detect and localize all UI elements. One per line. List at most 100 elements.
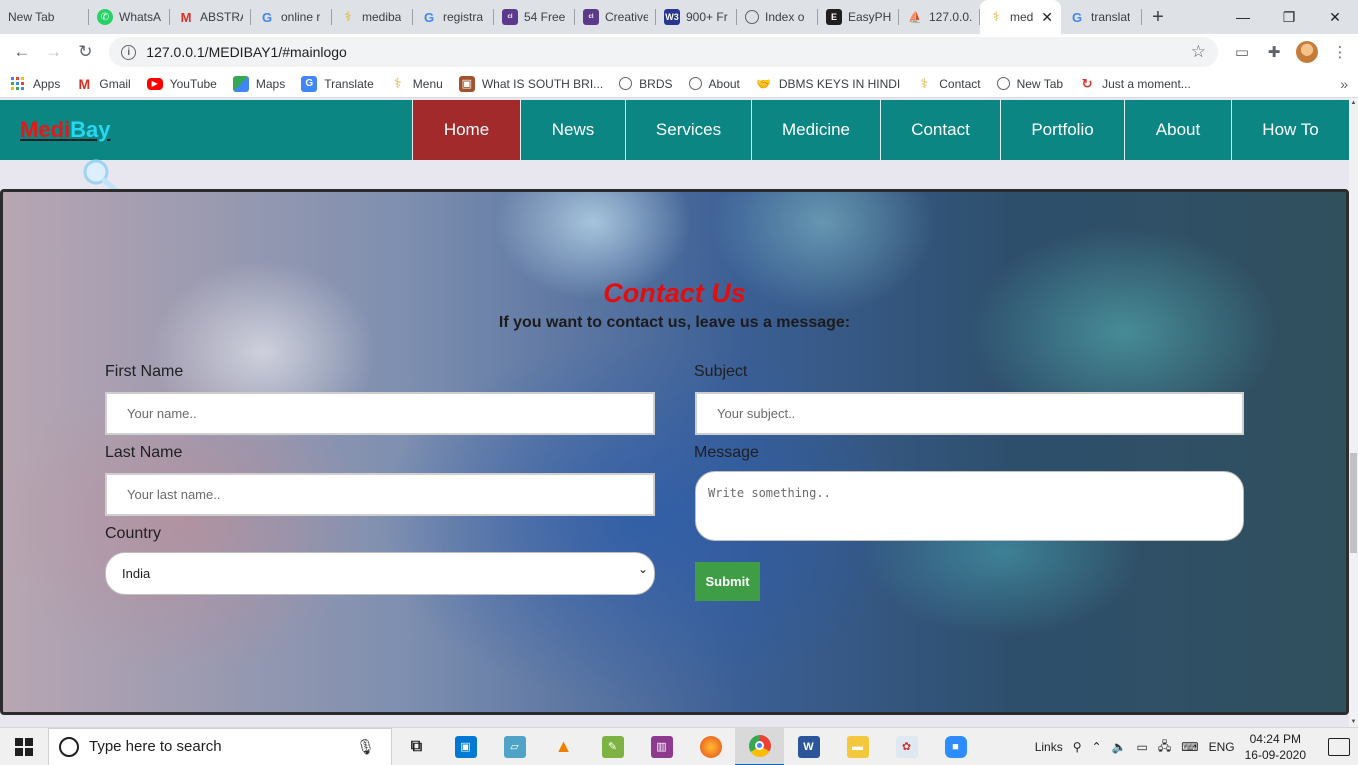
bookmark-star-icon[interactable]: ☆ [1191, 42, 1206, 62]
page-scrollbar[interactable]: ▲ ▼ [1349, 98, 1358, 727]
profile-avatar[interactable] [1296, 41, 1319, 63]
links-toolbar[interactable]: Links [1035, 740, 1063, 754]
cast-icon[interactable]: ▭ [1232, 42, 1252, 62]
tab-whatsapp[interactable]: ✆ WhatsA [89, 0, 170, 34]
address-bar[interactable]: i 127.0.0.1/MEDIBAY1/#mainlogo ☆ [109, 37, 1219, 67]
scrollbar-thumb[interactable] [1350, 453, 1357, 553]
bookmark-menu[interactable]: ⚕ Menu [390, 75, 443, 92]
windows-taskbar: Type here to search 🎙 ⧉ ▣ ▱ ▲ ✎ ▥ W ▬ ✿ … [0, 727, 1358, 765]
submit-button[interactable]: Submit [695, 562, 760, 601]
tab-label: translat [1091, 10, 1131, 24]
new-tab-plus-icon[interactable]: + [1142, 0, 1174, 34]
remote-desktop-icon[interactable]: ▣ [441, 728, 490, 765]
minimize-icon[interactable]: — [1220, 0, 1266, 34]
bookmark-label: Maps [255, 76, 286, 91]
zoom-icon[interactable]: ■ [931, 728, 980, 765]
tab-easyphp[interactable]: E EasyPH [818, 0, 899, 34]
tab-phpmyadmin[interactable]: ⛵ 127.0.0. [899, 0, 980, 34]
task-view-icon[interactable]: ⧉ [392, 728, 441, 765]
tray-overflow-chevron-icon[interactable]: ⌃ [1092, 740, 1102, 754]
tab-registration[interactable]: G registra [413, 0, 494, 34]
bookmark-youtube[interactable]: ▶ YouTube [146, 77, 217, 91]
firefox-icon[interactable] [686, 728, 735, 765]
tab-index-of[interactable]: Index o [737, 0, 818, 34]
nav-home[interactable]: Home [412, 100, 520, 160]
scroll-down-arrow-icon[interactable]: ▼ [1349, 717, 1358, 727]
tab-label: Creative [605, 10, 648, 24]
paint-icon[interactable]: ✿ [882, 728, 931, 765]
bookmark-maps[interactable]: Maps [232, 75, 286, 92]
nav-about[interactable]: About [1124, 100, 1231, 160]
browser-toolbar: ← → ↻ i 127.0.0.1/MEDIBAY1/#mainlogo ☆ ▭… [0, 34, 1358, 70]
tab-abstract[interactable]: M ABSTRA [170, 0, 251, 34]
close-icon[interactable]: ✕ [1041, 9, 1053, 26]
tab-new-tab[interactable]: New Tab [0, 0, 89, 34]
battery-icon[interactable]: ▭ [1137, 740, 1148, 754]
bookmark-dbms-keys[interactable]: 🤝 DBMS KEYS IN HINDI [756, 76, 900, 92]
browser-tab-strip: New Tab ✆ WhatsA M ABSTRA G online r ⚕ m… [0, 0, 1358, 34]
info-icon[interactable]: i [121, 44, 137, 60]
tab-online[interactable]: G online r [251, 0, 332, 34]
tab-54-free[interactable]: cl 54 Free [494, 0, 575, 34]
tab-medibay-active[interactable]: ⚕ med ✕ [980, 0, 1061, 34]
back-arrow-icon[interactable]: ← [8, 38, 36, 66]
volume-icon[interactable]: 🔈 [1112, 740, 1127, 754]
language-indicator[interactable]: ENG [1209, 740, 1235, 754]
nav-how-to[interactable]: How To [1231, 100, 1349, 160]
restore-icon[interactable]: ❐ [1266, 0, 1312, 34]
bookmarks-overflow-icon[interactable]: » [1340, 76, 1348, 92]
bookmark-translate[interactable]: G Translate [301, 75, 374, 92]
system-clock[interactable]: 04:24 PM 16-09-2020 [1245, 731, 1306, 763]
notes-app-icon[interactable]: ▱ [490, 728, 539, 765]
nav-services[interactable]: Services [625, 100, 751, 160]
bookmark-gmail[interactable]: M Gmail [76, 76, 131, 92]
nav-portfolio[interactable]: Portfolio [1000, 100, 1124, 160]
bookmark-label: DBMS KEYS IN HINDI [778, 76, 901, 91]
vlc-icon[interactable]: ▲ [539, 728, 588, 765]
nav-news[interactable]: News [520, 100, 625, 160]
bookmark-south-bri[interactable]: ▣ What IS SOUTH BRI... [458, 75, 603, 92]
notepad-plus-icon[interactable]: ✎ [588, 728, 637, 765]
bookmark-apps[interactable]: Apps [10, 76, 60, 92]
file-explorer-icon[interactable]: ▬ [833, 728, 882, 765]
bookmark-brds[interactable]: BRDS [619, 77, 673, 91]
message-textarea[interactable]: Write something.. [695, 471, 1244, 541]
network-icon[interactable]: 🖧 [1158, 737, 1171, 758]
site-logo[interactable]: Medi Bay [0, 100, 412, 160]
nav-medicine[interactable]: Medicine [751, 100, 880, 160]
bookmark-new-tab[interactable]: New Tab [996, 77, 1063, 91]
last-name-input[interactable]: Your last name.. [105, 473, 655, 516]
reload-icon[interactable]: ↻ [72, 38, 100, 66]
keyboard-icon[interactable]: ⌨ [1181, 740, 1198, 754]
bookmark-just-a-moment[interactable]: ↻ Just a moment... [1079, 76, 1191, 92]
kebab-menu-icon[interactable]: ⋮ [1330, 42, 1350, 62]
people-icon[interactable]: ⚲ [1073, 740, 1082, 754]
tab-900-free[interactable]: W3 900+ Fr [656, 0, 737, 34]
subject-input[interactable]: Your subject.. [695, 392, 1244, 435]
bookmark-label: Apps [33, 76, 61, 91]
notification-center-icon[interactable] [1328, 738, 1350, 756]
scroll-up-arrow-icon[interactable]: ▲ [1349, 98, 1358, 108]
message-label: Message [694, 444, 759, 461]
windows-start-icon[interactable] [0, 728, 48, 765]
word-icon[interactable]: W [784, 728, 833, 765]
chrome-icon[interactable] [735, 727, 784, 765]
image-icon: ▣ [458, 75, 475, 92]
bookmark-about[interactable]: About [688, 77, 740, 91]
first-name-input[interactable]: Your name.. [105, 392, 655, 435]
window-close-icon[interactable]: ✕ [1312, 0, 1358, 34]
youtube-icon: ▶ [146, 77, 163, 90]
tab-medibay[interactable]: ⚕ mediba [332, 0, 413, 34]
country-select[interactable]: India ⌄ [105, 552, 655, 595]
tab-creative[interactable]: cl Creative [575, 0, 656, 34]
microphone-icon[interactable]: 🎙 [356, 738, 375, 756]
bookmark-contact[interactable]: ⚕ Contact [916, 75, 980, 92]
bookmark-label: Just a moment... [1102, 76, 1191, 91]
extensions-puzzle-icon[interactable]: ✚ [1264, 42, 1284, 62]
tab-translate[interactable]: G translat [1061, 0, 1142, 34]
winrar-icon[interactable]: ▥ [637, 728, 686, 765]
country-value: India [122, 566, 151, 581]
taskbar-search[interactable]: Type here to search 🎙 [48, 727, 392, 765]
nav-contact[interactable]: Contact [880, 100, 1000, 160]
forward-arrow-icon[interactable]: → [40, 38, 68, 66]
